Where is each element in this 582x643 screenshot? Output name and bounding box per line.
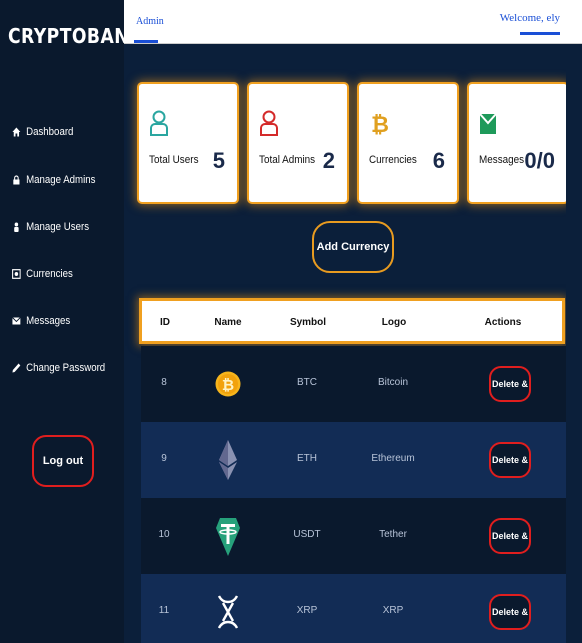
sidebar-item-dashboard[interactable]: Dashboard xyxy=(12,126,73,138)
home-icon xyxy=(12,127,21,137)
delete-button-label: Delete xyxy=(491,379,519,389)
cell-logo: Tether xyxy=(379,529,407,540)
cell-id: 11 xyxy=(158,605,170,616)
table-row: 8 ₿ BTC Bitcoin Delete & xyxy=(141,346,568,422)
sidebar-item-label: Manage Admins xyxy=(26,174,96,186)
delete-button-label: Delete xyxy=(491,531,519,541)
logout-button[interactable]: Log out xyxy=(32,435,94,487)
table-row: 11 XRP XRP Delete & xyxy=(141,574,568,643)
lock-icon xyxy=(13,175,20,185)
column-header-name: Name xyxy=(214,317,242,328)
currency-icon xyxy=(12,269,21,279)
tab-admin[interactable]: Admin xyxy=(136,16,164,27)
delete-button-label: Delete xyxy=(491,607,519,617)
delete-button[interactable]: Delete & xyxy=(489,366,531,402)
cell-id: 10 xyxy=(158,529,170,540)
stat-card-total-users: Total Users 5 xyxy=(139,84,237,202)
column-header-actions: Actions xyxy=(484,317,522,328)
column-header-symbol: Symbol xyxy=(289,317,327,328)
active-tab-indicator xyxy=(134,40,158,43)
welcome-user-link[interactable]: Welcome, ely xyxy=(500,12,560,24)
sidebar-item-label: Change Password xyxy=(26,362,106,374)
sidebar-item-manage-users[interactable]: Manage Users xyxy=(12,221,89,233)
card-value: 0/0 xyxy=(524,148,555,173)
cell-logo: XRP xyxy=(382,605,404,616)
welcome-underline xyxy=(520,32,560,35)
cell-id: 9 xyxy=(161,453,167,464)
user-icon xyxy=(14,222,19,232)
cell-id: 8 xyxy=(161,377,167,388)
stat-card-messages: Messages 0/0 xyxy=(469,84,567,202)
sidebar-item-manage-admins[interactable]: Manage Admins xyxy=(12,174,96,186)
svg-text:₿: ₿ xyxy=(371,113,389,136)
top-bar: Admin Welcome, ely xyxy=(124,0,582,44)
card-label: Messages xyxy=(479,154,525,166)
sidebar-item-currencies[interactable]: Currencies xyxy=(12,268,73,280)
ethereum-coin-icon xyxy=(215,434,241,486)
sidebar-item-label: Currencies xyxy=(26,268,73,280)
bitcoin-coin-icon: ₿ xyxy=(215,358,241,410)
delete-button[interactable]: Delete & xyxy=(489,442,531,478)
cell-symbol: XRP xyxy=(296,605,318,616)
delete-button[interactable]: Delete & xyxy=(489,518,531,554)
brand-logo: CRYPTOBANK xyxy=(8,24,143,48)
sidebar-item-change-password[interactable]: Change Password xyxy=(12,362,105,374)
column-header-logo: Logo xyxy=(381,317,407,328)
delete-button[interactable]: Delete & xyxy=(489,594,531,630)
card-label: Total Users xyxy=(149,154,199,166)
xrp-coin-icon xyxy=(215,586,241,638)
sidebar-item-label: Messages xyxy=(26,315,71,327)
card-value: 6 xyxy=(432,148,445,173)
stat-card-currencies: ₿ Currencies 6 xyxy=(359,84,457,202)
table-row: 9 ETH Ethereum Delete & xyxy=(141,422,568,498)
sidebar-item-label: Manage Users xyxy=(26,221,90,233)
cell-symbol: BTC xyxy=(297,377,317,388)
card-value: 5 xyxy=(212,148,225,173)
scroll-gutter xyxy=(566,44,582,643)
delete-button-label: Delete xyxy=(491,455,519,465)
message-icon xyxy=(479,113,497,134)
card-label: Total Admins xyxy=(259,154,316,166)
sidebar-item-messages[interactable]: Messages xyxy=(12,315,70,327)
cell-logo: Bitcoin xyxy=(377,377,409,388)
user-outline-icon xyxy=(150,110,168,136)
card-label: Currencies xyxy=(369,154,417,166)
stat-card-total-admins: Total Admins 2 xyxy=(249,84,347,202)
pencil-icon xyxy=(12,363,21,373)
bitcoin-icon: ₿ xyxy=(371,113,389,136)
admin-outline-icon xyxy=(260,110,278,136)
cell-symbol: ETH xyxy=(297,453,317,464)
card-value: 2 xyxy=(322,148,335,173)
sidebar-item-label: Dashboard xyxy=(26,126,74,138)
column-header-id: ID xyxy=(160,317,170,328)
svg-text:₿: ₿ xyxy=(222,376,234,394)
cell-logo: Ethereum xyxy=(371,453,415,464)
table-row: 10 USDT Tether Delete & xyxy=(141,498,568,574)
add-currency-button[interactable]: Add Currency xyxy=(312,221,394,273)
envelope-icon xyxy=(12,317,21,325)
sidebar: CRYPTOBANK Dashboard Manage Admins Manag… xyxy=(0,0,142,643)
table-header: ID Name Symbol Logo Actions xyxy=(139,298,565,344)
tether-coin-icon xyxy=(215,510,241,562)
cell-symbol: USDT xyxy=(293,529,321,540)
